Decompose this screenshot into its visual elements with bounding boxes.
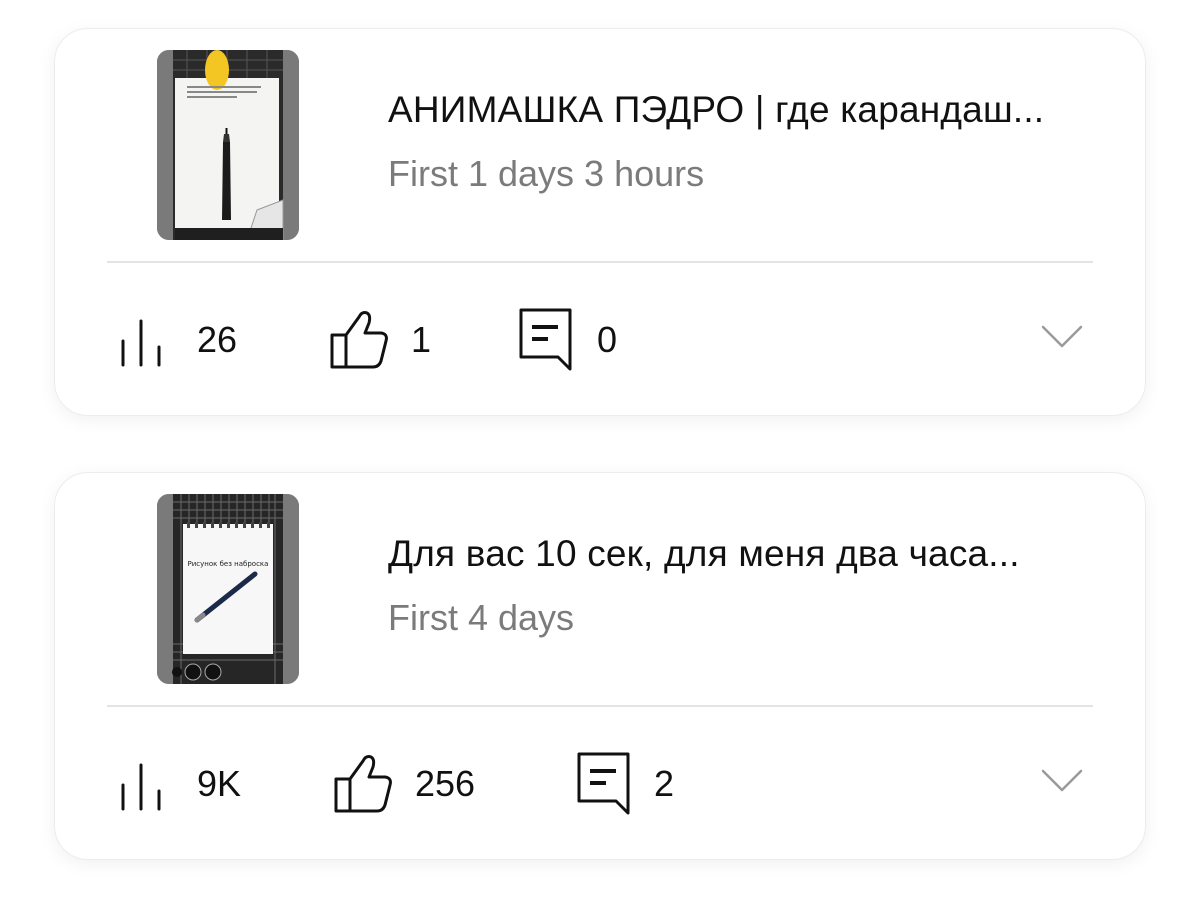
comments-count: 0 [597, 319, 618, 360]
divider [107, 261, 1093, 263]
post-stats: 9K 256 2 [55, 743, 1145, 823]
divider [107, 705, 1093, 707]
comment-icon[interactable] [576, 751, 632, 817]
thumbnail-image: Рисунок без наброска [157, 494, 299, 684]
post-stats: 26 1 0 [55, 299, 1145, 379]
chevron-down-icon[interactable] [1041, 769, 1083, 793]
comment-icon[interactable] [518, 307, 574, 373]
video-thumbnail[interactable]: Рисунок без наброска [157, 494, 299, 684]
post-subtitle: First 4 days [388, 597, 575, 638]
video-thumbnail[interactable] [157, 50, 299, 240]
thumbnail-image [157, 50, 299, 240]
views-count: 9K [197, 763, 242, 804]
thumbs-up-icon[interactable] [329, 307, 391, 369]
thumbs-up-icon[interactable] [333, 751, 395, 813]
chevron-down-icon[interactable] [1041, 325, 1083, 349]
likes-count: 1 [411, 319, 432, 360]
post-card[interactable]: АНИМАШКА ПЭДРО | где карандаш... First 1… [54, 28, 1146, 416]
likes-count: 256 [415, 763, 476, 804]
post-title[interactable]: Для вас 10 сек, для меня два часа... [388, 533, 1108, 575]
views-bar-chart-icon [121, 763, 161, 811]
post-subtitle: First 1 days 3 hours [388, 153, 705, 194]
views-count: 26 [197, 319, 238, 360]
comments-count: 2 [654, 763, 675, 804]
thumbnail-caption: Рисунок без наброска [188, 560, 269, 568]
post-title[interactable]: АНИМАШКА ПЭДРО | где карандаш... [388, 89, 1108, 131]
views-bar-chart-icon [121, 319, 161, 367]
post-card[interactable]: Рисунок без наброска Для вас 10 сек, для… [54, 472, 1146, 860]
